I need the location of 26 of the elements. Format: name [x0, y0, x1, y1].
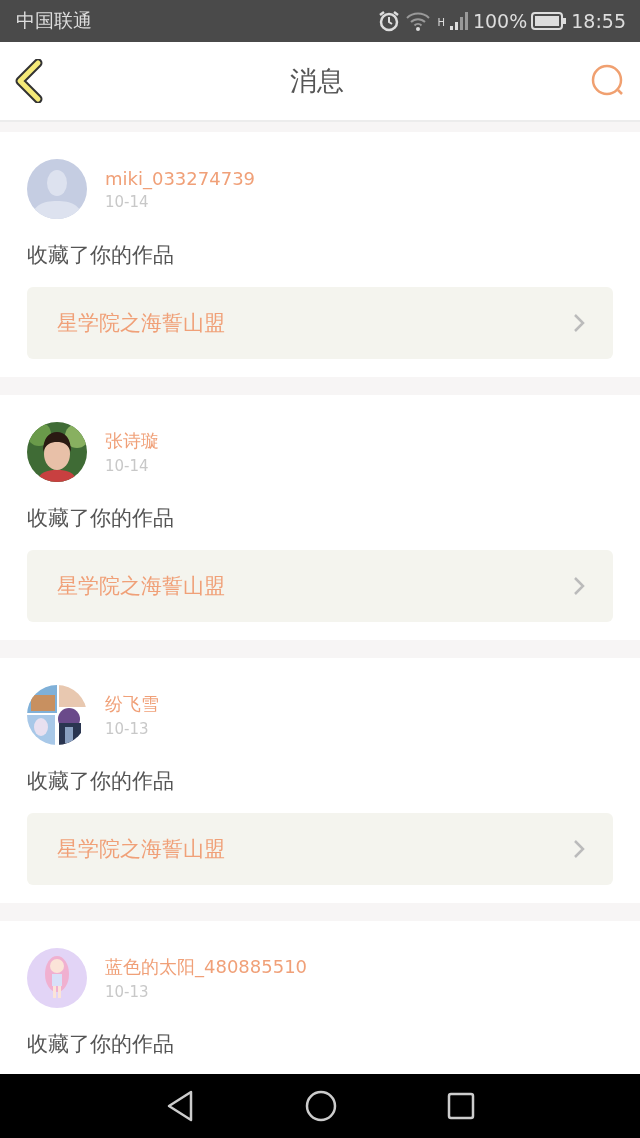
- battery-percent: 100%: [472, 10, 528, 32]
- carrier-name: 中国联通: [16, 8, 92, 33]
- user-name[interactable]: 张诗璇: [105, 429, 159, 453]
- message-text: 收藏了你的作品: [27, 242, 175, 269]
- message-text: 收藏了你的作品: [27, 505, 175, 532]
- work-link[interactable]: 星学院之海誓山盟: [27, 550, 613, 622]
- page-title: 消息: [290, 64, 344, 98]
- user-name[interactable]: 蓝色的太阳_480885510: [105, 955, 308, 979]
- signal-icon: [448, 11, 469, 31]
- chevron-right-icon: [573, 839, 585, 859]
- back-button[interactable]: [14, 59, 44, 103]
- home-nav-button[interactable]: [305, 1090, 337, 1122]
- clock-time: 18:55: [571, 10, 626, 32]
- chevron-right-icon: [573, 576, 585, 596]
- battery-icon: [531, 12, 568, 30]
- message-text: 收藏了你的作品: [27, 768, 175, 795]
- user-name[interactable]: miki_033274739: [105, 167, 256, 189]
- work-link[interactable]: 星学院之海誓山盟: [27, 287, 613, 359]
- back-nav-button[interactable]: [165, 1089, 195, 1123]
- work-link[interactable]: 星学院之海誓山盟: [27, 813, 613, 885]
- user-name[interactable]: 纷飞雪: [105, 692, 159, 716]
- message-text: 收藏了你的作品: [27, 1031, 175, 1058]
- default-avatar-icon: [27, 159, 87, 219]
- network-type: H: [437, 17, 445, 28]
- recents-nav-button[interactable]: [447, 1092, 475, 1120]
- chevron-right-icon: [573, 313, 585, 333]
